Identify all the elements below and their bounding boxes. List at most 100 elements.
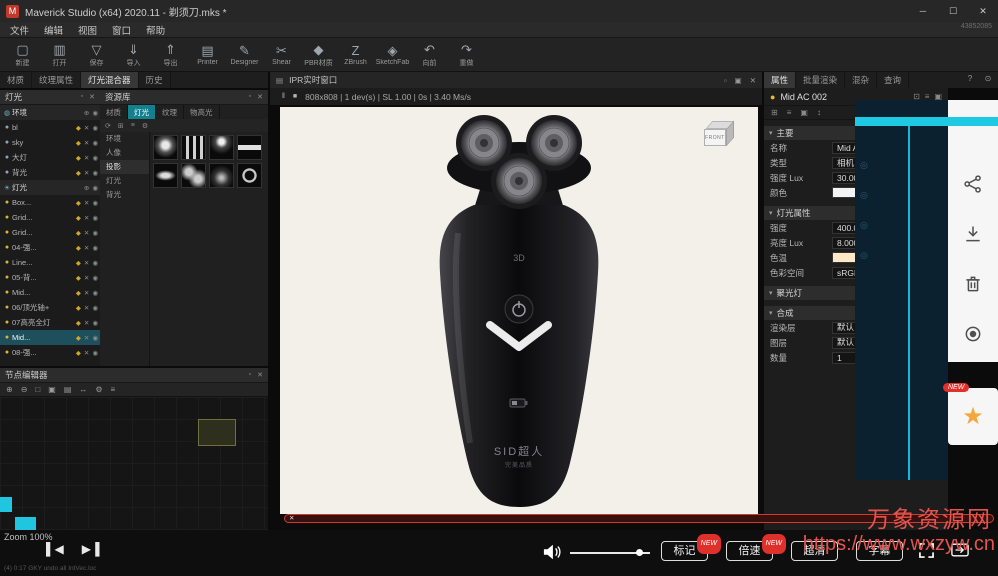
- library-tool-icon[interactable]: ⚙: [142, 122, 148, 130]
- light-preset-thumbnail[interactable]: [209, 163, 234, 188]
- minimize-button[interactable]: ─: [908, 0, 938, 22]
- visibility-icon[interactable]: ◉: [92, 304, 98, 312]
- node-tool-icon[interactable]: □: [35, 385, 40, 394]
- mark-button[interactable]: 标记 NEW: [661, 541, 708, 561]
- visibility-icon[interactable]: ◉: [92, 199, 98, 207]
- node-tool-icon[interactable]: ⚙: [95, 385, 102, 394]
- light-preset-thumbnail[interactable]: [153, 135, 178, 160]
- library-category[interactable]: 背光: [100, 188, 149, 202]
- focus-icon[interactable]: ◆: [76, 214, 81, 222]
- light-tree-row[interactable]: ● 背光 ◆ ✕ ◉: [0, 165, 100, 180]
- overlay-tool-icon[interactable]: ◎: [860, 160, 868, 171]
- delete-icon[interactable]: ⊕: [84, 109, 89, 117]
- properties-tool-icon[interactable]: ≡: [787, 108, 792, 117]
- delete-icon[interactable]: ✕: [84, 124, 89, 132]
- node-handle[interactable]: [15, 517, 36, 530]
- favorite-card[interactable]: ★: [948, 388, 998, 445]
- close-panel-icon[interactable]: ✕: [257, 93, 263, 101]
- focus-icon[interactable]: ◆: [76, 334, 81, 342]
- focus-icon[interactable]: ◆: [76, 349, 81, 357]
- visibility-icon[interactable]: ◉: [92, 169, 98, 177]
- previous-button[interactable]: ▌◀: [46, 542, 64, 556]
- light-preset-thumbnail[interactable]: [181, 135, 206, 160]
- visibility-icon[interactable]: ◉: [92, 349, 98, 357]
- focus-icon[interactable]: ◆: [76, 229, 81, 237]
- delete-icon[interactable]: ✕: [84, 199, 89, 207]
- star-icon[interactable]: ★: [962, 402, 984, 431]
- maximize-panel-icon[interactable]: ▣: [735, 76, 742, 85]
- visibility-icon[interactable]: ◉: [92, 274, 98, 282]
- light-preset-thumbnail[interactable]: [181, 163, 206, 188]
- light-preset-thumbnail[interactable]: [153, 163, 178, 188]
- light-tree-row[interactable]: ● sky ◆ ✕ ◉: [0, 135, 100, 150]
- light-tree-row[interactable]: ● Grid... ◆ ✕ ◉: [0, 225, 100, 240]
- toolbar-button[interactable]: ⇓ 导入: [115, 42, 152, 68]
- float-panel-icon[interactable]: ▫: [724, 76, 727, 85]
- node-tool-icon[interactable]: ⊖: [21, 385, 28, 394]
- focus-icon[interactable]: ◆: [76, 154, 81, 162]
- visibility-icon[interactable]: ◉: [92, 154, 98, 162]
- light-tree-row[interactable]: ● 大灯 ◆ ✕ ◉: [0, 150, 100, 165]
- view-cube-front-face[interactable]: FRONT: [704, 129, 726, 146]
- light-tree-row[interactable]: ● Box... ◆ ✕ ◉: [0, 195, 100, 210]
- focus-icon[interactable]: ◆: [76, 124, 81, 132]
- light-tree-row[interactable]: ● Mid... ◆ ✕ ◉: [0, 330, 100, 345]
- toolbar-button[interactable]: ◆ PBR材质: [300, 42, 337, 68]
- dock-tab[interactable]: 纹理属性: [32, 72, 81, 88]
- properties-tool-icon[interactable]: ⊞: [771, 108, 778, 117]
- delete-icon[interactable]: ✕: [84, 304, 89, 312]
- share-icon[interactable]: [963, 174, 983, 194]
- menu-item[interactable]: 文件: [10, 23, 29, 37]
- stop-render-icon[interactable]: ■: [293, 93, 297, 100]
- visibility-icon[interactable]: ◉: [92, 124, 98, 132]
- float-panel-icon[interactable]: ▫: [81, 93, 83, 101]
- library-tab[interactable]: 材质: [100, 105, 128, 119]
- focus-icon[interactable]: ◆: [76, 304, 81, 312]
- visibility-icon[interactable]: ◉: [92, 229, 98, 237]
- focus-icon[interactable]: ◆: [76, 199, 81, 207]
- focus-icon[interactable]: ◆: [76, 289, 81, 297]
- dock-tab[interactable]: 灯光混合器: [81, 72, 139, 88]
- light-preset-thumbnail[interactable]: [237, 163, 262, 188]
- toolbar-button[interactable]: ▤ Printer: [189, 43, 226, 66]
- light-tree-row[interactable]: ● Line... ◆ ✕ ◉: [0, 255, 100, 270]
- toolbar-button[interactable]: ⇑ 导出: [152, 42, 189, 68]
- library-category[interactable]: 环境: [100, 132, 149, 146]
- delete-icon[interactable]: ✕: [84, 289, 89, 297]
- light-tree-row[interactable]: ● 08-强... ◆ ✕ ◉: [0, 345, 100, 360]
- toolbar-button[interactable]: ✂ Shear: [263, 43, 300, 66]
- visibility-icon[interactable]: ◉: [92, 289, 98, 297]
- help-icon[interactable]: ?: [962, 74, 978, 83]
- node-tool-icon[interactable]: ▣: [48, 385, 56, 394]
- node-tool-icon[interactable]: ↔: [79, 385, 87, 394]
- delete-icon[interactable]: ✕: [84, 229, 89, 237]
- ipr-menu-icon[interactable]: ▤: [276, 76, 283, 85]
- dock-tab[interactable]: 材质: [0, 72, 32, 88]
- visibility-icon[interactable]: ◉: [92, 139, 98, 147]
- close-panel-icon[interactable]: ✕: [750, 76, 756, 85]
- speed-button[interactable]: 倍速 NEW: [726, 541, 773, 561]
- light-preset-thumbnail[interactable]: [237, 135, 262, 160]
- visibility-icon[interactable]: ◉: [92, 319, 98, 327]
- volume-slider[interactable]: [570, 552, 650, 554]
- library-category[interactable]: 灯光: [100, 174, 149, 188]
- focus-icon[interactable]: ◆: [76, 274, 81, 282]
- close-panel-icon[interactable]: ✕: [257, 371, 263, 379]
- node-tool-icon[interactable]: ▤: [64, 385, 72, 394]
- toolbar-button[interactable]: ◈ SketchFab: [374, 43, 411, 66]
- volume-icon[interactable]: [543, 544, 561, 565]
- pause-render-icon[interactable]: ‖: [282, 93, 285, 100]
- focus-icon[interactable]: ◆: [76, 319, 81, 327]
- library-category[interactable]: 投影: [100, 160, 149, 174]
- toolbar-button[interactable]: ↷ 重做: [448, 42, 485, 68]
- overlay-tool-icon[interactable]: ◎: [860, 220, 868, 231]
- node-editor-canvas[interactable]: [0, 397, 268, 530]
- record-icon[interactable]: [963, 324, 983, 344]
- node-tool-icon[interactable]: ⊕: [6, 385, 13, 394]
- delete-icon[interactable]: ✕: [84, 334, 89, 342]
- delete-icon[interactable]: ✕: [84, 259, 89, 267]
- dock-tab[interactable]: 查询: [877, 72, 909, 88]
- delete-icon[interactable]: ✕: [84, 214, 89, 222]
- pin-icon[interactable]: ⊙: [980, 74, 996, 83]
- library-tool-icon[interactable]: ≡: [131, 122, 135, 129]
